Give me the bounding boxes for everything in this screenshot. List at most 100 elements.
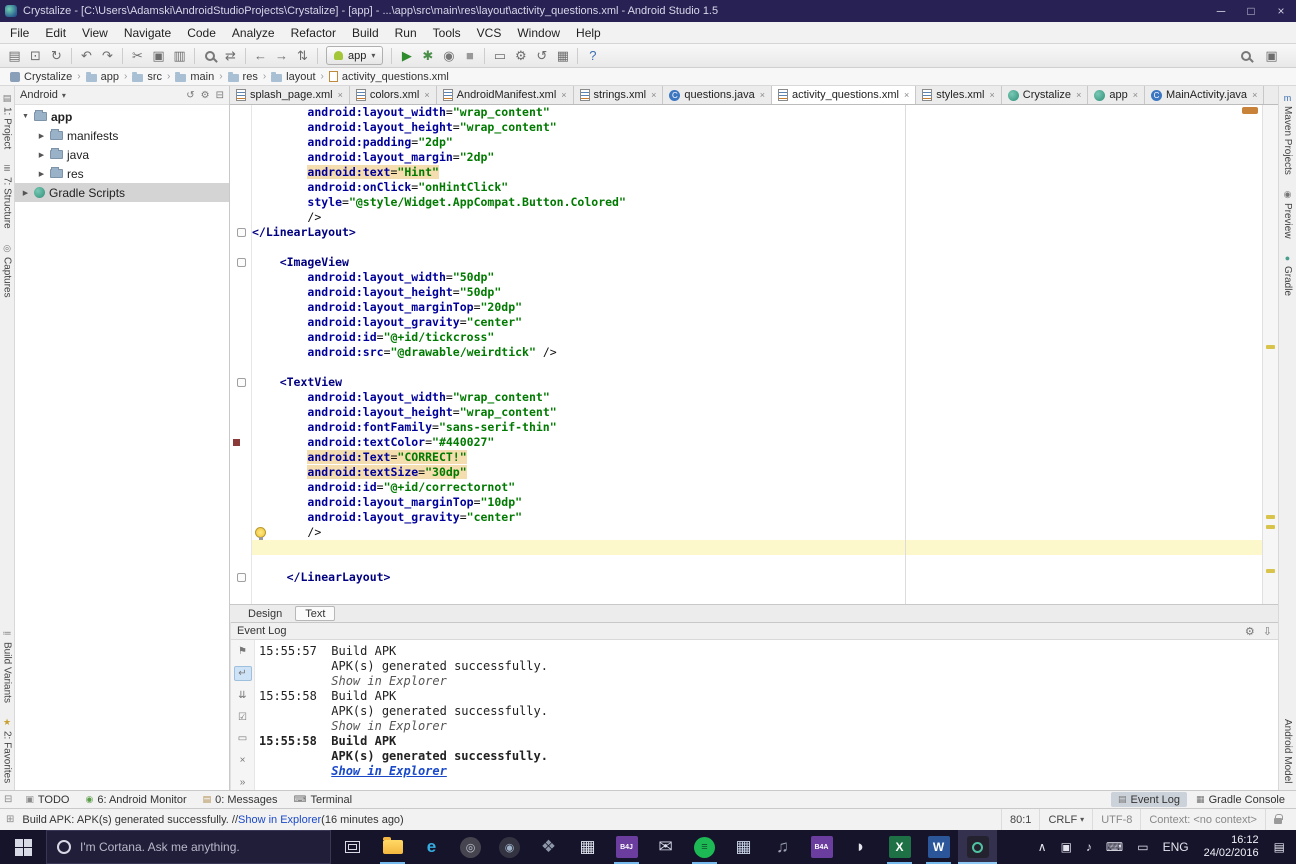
code-line[interactable]: android:textColor="#440027" [252, 435, 1262, 450]
code-line[interactable]: /> [252, 525, 1262, 540]
tool-button-preview[interactable]: ◉Preview [1282, 189, 1293, 239]
code-line[interactable] [252, 360, 1262, 375]
menu-code[interactable]: Code [179, 22, 224, 43]
code-line[interactable]: <ImageView [252, 255, 1262, 270]
code-line[interactable]: style="@style/Widget.AppCompat.Button.Co… [252, 195, 1262, 210]
tool-button-maven-projects[interactable]: mMaven Projects [1282, 93, 1293, 175]
event-log-minimize-icon[interactable]: ⇩ [1263, 625, 1272, 638]
help-icon[interactable]: ? [582, 46, 603, 66]
code-line[interactable]: android:layout_height="wrap_content" [252, 120, 1262, 135]
caret-line[interactable] [252, 540, 1262, 555]
chevron-down-icon[interactable]: ▾ [62, 91, 66, 100]
editor-tab-mainactivity-java[interactable]: MainActivity.java× [1145, 86, 1264, 104]
show-in-explorer-link[interactable]: Show in Explorer [331, 764, 447, 778]
fold-marker-icon[interactable] [237, 378, 246, 387]
close-tab-icon[interactable]: × [338, 90, 343, 100]
editor-tab-splash-page-xml[interactable]: splash_page.xml× [230, 86, 350, 104]
stripe-mark[interactable] [1266, 525, 1275, 529]
editor-tab-styles-xml[interactable]: styles.xml× [916, 86, 1002, 104]
expand-arrow-icon[interactable]: ▶ [37, 151, 46, 159]
back-icon[interactable]: ← [250, 46, 271, 66]
forward-icon[interactable]: → [271, 46, 292, 66]
tab-text[interactable]: Text [295, 606, 335, 621]
line-separator-widget[interactable]: CRLF▾ [1039, 809, 1092, 830]
caret-position-widget[interactable]: 80:1 [1001, 809, 1039, 830]
close-tab-icon[interactable]: × [1076, 90, 1081, 100]
tool-window-button-0-messages[interactable]: ▤0: Messages [196, 792, 285, 807]
menu-analyze[interactable]: Analyze [224, 22, 283, 43]
show-in-explorer-link[interactable]: Show in Explorer [331, 719, 447, 733]
code-line[interactable]: <TextView [252, 375, 1262, 390]
taskbar-app-pinned-app-4[interactable]: ◗ [841, 830, 880, 864]
code-line[interactable]: </LinearLayout> [252, 225, 1262, 240]
code-text[interactable]: android:layout_width="wrap_content" andr… [252, 105, 1262, 604]
filter-icon[interactable]: ⚑ [234, 644, 252, 660]
code-line[interactable]: android:layout_gravity="center" [252, 315, 1262, 330]
tool-button-1-project[interactable]: ▤1: Project [2, 93, 13, 149]
editor-tab-questions-java[interactable]: questions.java× [663, 86, 772, 104]
taskbar-app-excel[interactable]: X [880, 830, 919, 864]
hide-panels-icon[interactable]: ▣ [1261, 46, 1282, 66]
breadcrumb-item-src[interactable]: src [130, 71, 164, 83]
menu-navigate[interactable]: Navigate [116, 22, 179, 43]
project-view-selector[interactable]: Android [20, 89, 58, 101]
error-stripe[interactable] [1262, 105, 1278, 604]
close-tab-icon[interactable]: × [904, 90, 909, 100]
coverage-icon[interactable]: ◉ [438, 46, 459, 66]
close-tab-icon[interactable]: × [561, 90, 566, 100]
editor-tab-activity-questions-xml[interactable]: activity_questions.xml× [772, 86, 916, 104]
clock[interactable]: 16:12 24/02/2016 [1196, 834, 1267, 860]
code-line[interactable]: android:padding="2dp" [252, 135, 1262, 150]
tool-button-captures[interactable]: ◎Captures [2, 243, 13, 298]
code-editor[interactable]: android:layout_width="wrap_content" andr… [230, 105, 1278, 604]
recent-icon[interactable]: ⇅ [292, 46, 313, 66]
show-hidden-icons-button[interactable]: ∧ [1031, 830, 1054, 864]
tree-item-gradle-scripts[interactable]: ▶Gradle Scripts [15, 183, 229, 202]
tool-window-button-terminal[interactable]: ⌨Terminal [287, 792, 360, 807]
close-tab-icon[interactable]: × [760, 90, 765, 100]
taskbar-app-mail[interactable]: ✉ [646, 830, 685, 864]
navigate-icon[interactable]: ↺ [186, 90, 194, 101]
code-line[interactable]: android:layout_height="50dp" [252, 285, 1262, 300]
volume-icon[interactable]: ♪ [1079, 830, 1099, 864]
status-show-in-explorer-link[interactable]: Show in Explorer [238, 814, 321, 826]
editor-tab-androidmanifest-xml[interactable]: AndroidManifest.xml× [437, 86, 574, 104]
paste-icon[interactable]: ▥ [169, 46, 190, 66]
avd-manager-icon[interactable]: ▭ [489, 46, 510, 66]
tree-item-app[interactable]: ▼app [15, 107, 229, 126]
close-tab-icon[interactable]: × [424, 90, 429, 100]
keyboard-icon[interactable]: ⌨ [1099, 830, 1130, 864]
maximize-button[interactable]: □ [1236, 0, 1266, 22]
run-icon[interactable]: ▶ [396, 46, 417, 66]
tree-item-manifests[interactable]: ▶manifests [15, 126, 229, 145]
start-button[interactable] [0, 830, 46, 864]
collapse-all-icon[interactable]: ⊟ [216, 90, 224, 101]
taskbar-app-spotify[interactable]: ≡ [685, 830, 724, 864]
cortana-search-box[interactable]: I'm Cortana. Ask me anything. [46, 830, 331, 864]
breadcrumb-item-activity-questions-xml[interactable]: activity_questions.xml [327, 71, 451, 83]
taskbar-app-pinned-app-1[interactable]: ◎ [451, 830, 490, 864]
tool-button-gradle[interactable]: ●Gradle [1282, 253, 1293, 296]
close-button[interactable]: × [1266, 0, 1296, 22]
save-all-icon[interactable]: ⊡ [25, 46, 46, 66]
sdk-manager-icon[interactable]: ⚙ [510, 46, 531, 66]
breadcrumb-item-crystalize[interactable]: Crystalize [8, 71, 74, 83]
tool-button-2-favorites[interactable]: ★2: Favorites [2, 717, 13, 783]
clear-all-icon[interactable]: ▭ [234, 731, 252, 747]
fold-marker-icon[interactable] [237, 228, 246, 237]
open-icon[interactable]: ▤ [4, 46, 25, 66]
mark-all-read-icon[interactable]: ☑ [234, 709, 252, 725]
code-line[interactable]: android:layout_marginTop="10dp" [252, 495, 1262, 510]
menu-build[interactable]: Build [344, 22, 387, 43]
copy-icon[interactable]: ▣ [148, 46, 169, 66]
code-line[interactable]: android:onClick="onHintClick" [252, 180, 1262, 195]
expand-arrow-icon[interactable]: ▼ [21, 113, 30, 120]
task-view-button[interactable] [331, 830, 373, 864]
inspection-indicator-icon[interactable] [1242, 107, 1258, 114]
find-icon[interactable] [205, 51, 215, 61]
tool-window-button-6-android-monitor[interactable]: ◉6: Android Monitor [78, 792, 193, 807]
gutter-marker-icon[interactable] [233, 439, 240, 446]
run-configuration-select[interactable]: app▾ [326, 46, 383, 65]
tool-button-build-variants[interactable]: ≔Build Variants [2, 628, 13, 703]
touch-keyboard-icon[interactable]: ▭ [1130, 830, 1155, 864]
